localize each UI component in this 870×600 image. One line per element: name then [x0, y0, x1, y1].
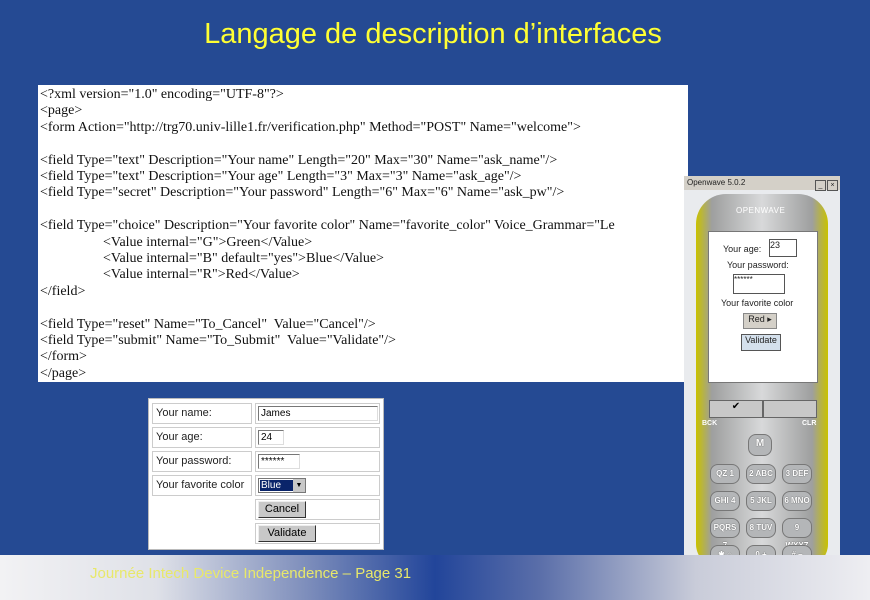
phone-simulator-window: Openwave 5.0.2 _ × OPENWAVE Your age: 23 …: [684, 176, 840, 572]
phone-screen: Your age: 23 Your password: ****** Your …: [708, 231, 818, 418]
phone-brand-logo: OPENWAVE: [736, 206, 786, 215]
phone-color-value: Red: [748, 314, 765, 324]
clear-key[interactable]: CLR: [802, 420, 816, 427]
form-row-color: Your favorite color Blue ▼: [152, 475, 380, 496]
xml-code-listing: <?xml version="1.0" encoding="UTF-8"?> <p…: [38, 85, 688, 382]
code-line: <field Type="reset" Name="To_Cancel" Val…: [40, 316, 376, 332]
code-line: <field Type="choice" Description="Your f…: [40, 218, 615, 234]
footer-text: Journée Intech Device Independence – Pag…: [90, 565, 412, 582]
softkey-left[interactable]: ✔: [709, 400, 763, 418]
keypad-key[interactable]: QZ 1: [710, 464, 740, 484]
html-form-rendering: Your name: James Your age: 24 Your passw…: [148, 398, 384, 550]
close-icon[interactable]: ×: [827, 180, 838, 191]
password-input[interactable]: ******: [258, 454, 300, 469]
code-line: <page>: [40, 103, 83, 119]
code-line: <form Action="http://trg70.univ-lille1.f…: [40, 119, 581, 135]
form-row-cancel: Cancel: [152, 499, 380, 520]
keypad-key[interactable]: 2 ABC: [746, 464, 776, 484]
simulator-title: Openwave 5.0.2: [687, 178, 746, 187]
password-label: Your password:: [152, 451, 252, 472]
code-line: <Value internal="R">Red</Value>: [40, 267, 300, 283]
phone-color-label: Your favorite color: [721, 298, 794, 308]
phone-age-label: Your age:: [723, 244, 762, 254]
keypad-key[interactable]: GHI 4: [710, 491, 740, 511]
slide-title: Langage de description d’interfaces: [204, 18, 662, 50]
code-line: </form>: [40, 349, 87, 365]
phone-age-input[interactable]: 23: [769, 239, 797, 257]
keypad-key[interactable]: 5 JKL: [746, 491, 776, 511]
form-row-name: Your name: James: [152, 403, 380, 424]
code-line: <Value internal="B" default="yes">Blue</…: [40, 251, 384, 266]
code-line: <field Type="submit" Name="To_Submit" Va…: [40, 333, 396, 348]
phone-body: OPENWAVE Your age: 23 Your password: ***…: [696, 194, 828, 568]
softkey-right[interactable]: [763, 400, 817, 418]
phone-validate-button[interactable]: Validate: [741, 334, 781, 351]
form-row-validate: Validate: [152, 523, 380, 544]
validate-button[interactable]: Validate: [258, 525, 316, 542]
cancel-button[interactable]: Cancel: [258, 501, 306, 518]
code-line: <field Type="text" Description="Your age…: [40, 169, 522, 184]
simulator-title-bar: Openwave 5.0.2 _ ×: [684, 176, 840, 191]
keypad-key[interactable]: 9 WXYZ: [782, 518, 812, 550]
color-select-value: Blue: [260, 480, 293, 491]
back-key[interactable]: BCK: [702, 420, 717, 427]
name-input[interactable]: James: [258, 406, 378, 421]
minimize-icon[interactable]: _: [815, 180, 826, 191]
color-label: Your favorite color: [152, 475, 252, 496]
keypad-key[interactable]: 6 MNO: [782, 491, 812, 511]
keypad-key[interactable]: 3 DEF: [782, 464, 812, 484]
code-line: <?xml version="1.0" encoding="UTF-8"?>: [40, 87, 284, 102]
code-line: <Value internal="G">Green</Value>: [40, 234, 313, 250]
phone-password-input[interactable]: ******: [733, 274, 785, 294]
code-line: <field Type="text" Description="Your nam…: [40, 152, 558, 168]
code-line: <field Type="secret" Description="Your p…: [40, 185, 565, 201]
name-label: Your name:: [152, 403, 252, 424]
menu-key[interactable]: M: [748, 434, 772, 456]
form-row-age: Your age: 24: [152, 427, 380, 448]
code-line: </field>: [40, 283, 86, 299]
slide-footer: Journée Intech Device Independence – Pag…: [0, 555, 870, 600]
keypad-key[interactable]: PQRS 7: [710, 518, 740, 550]
keypad-key[interactable]: 8 TUV: [746, 518, 776, 538]
phone-password-label: Your password:: [727, 260, 789, 270]
phone-color-select[interactable]: Red ▸: [743, 313, 777, 329]
chevron-down-icon[interactable]: ▼: [293, 479, 305, 492]
color-select[interactable]: Blue ▼: [258, 478, 306, 493]
age-input[interactable]: 24: [258, 430, 284, 445]
code-line: </page>: [40, 365, 87, 381]
form-row-password: Your password: ******: [152, 451, 380, 472]
age-label: Your age:: [152, 427, 252, 448]
